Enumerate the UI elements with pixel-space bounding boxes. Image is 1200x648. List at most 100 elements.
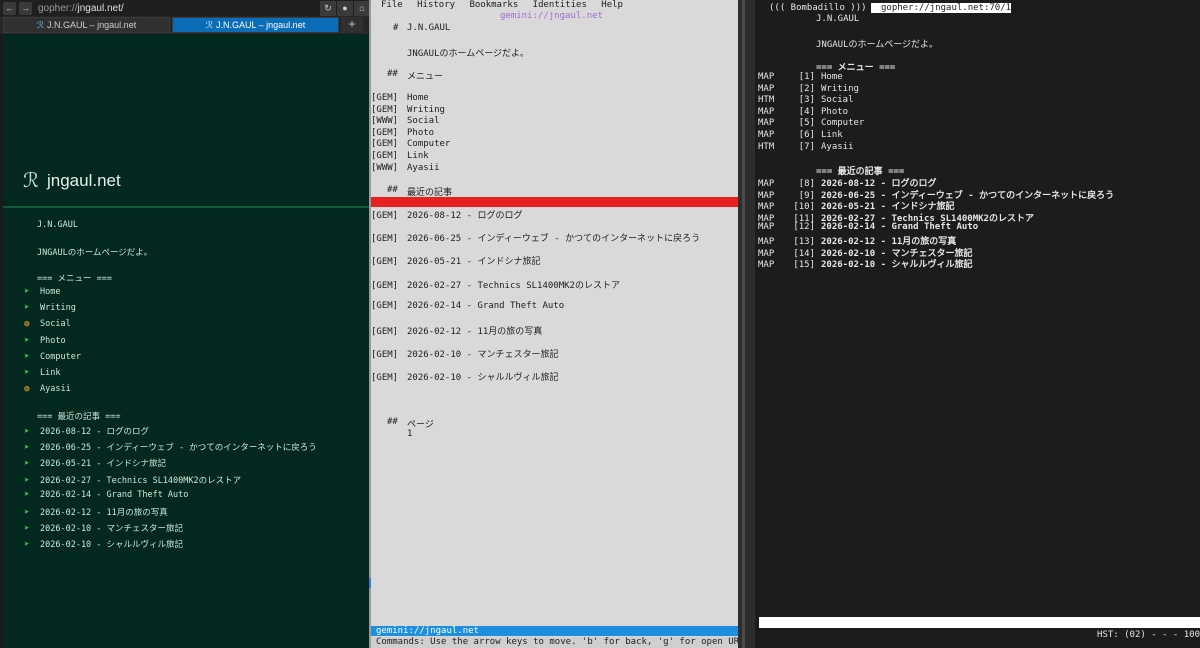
item-index: [4] bbox=[798, 106, 815, 117]
article-link[interactable]: ➤ 2026-05-21 - インドシナ旅記 bbox=[24, 457, 166, 469]
menu-link-link[interactable]: ➤ Link bbox=[24, 368, 60, 378]
menu-file[interactable]: File bbox=[381, 0, 403, 10]
site-icon: ℛ bbox=[205, 19, 213, 30]
reload-icon[interactable]: ↻ bbox=[320, 0, 336, 16]
menu-help[interactable]: Help bbox=[601, 0, 623, 10]
gemini-article-link[interactable]: [GEM] 2026-02-10 - シャルルヴィル旅記 bbox=[371, 370, 558, 383]
status-bar: gemini://jngaul.net bbox=[371, 626, 738, 636]
gopher-link[interactable]: MAP [12] 2026-02-14 - Grand Theft Auto bbox=[758, 222, 978, 232]
home-icon[interactable]: ⌂ bbox=[354, 0, 370, 16]
address-input[interactable]: gopher://jngaul.net:70/1/ bbox=[871, 3, 1016, 13]
menu-link-writing[interactable]: ➤ Writing bbox=[24, 303, 76, 313]
menu-history[interactable]: History bbox=[417, 0, 455, 10]
gemini-link[interactable]: [WWW] Social bbox=[371, 116, 440, 126]
link-label: 2026-02-27 - Technics SL1400MK2のレストア bbox=[407, 280, 620, 291]
menu-link-photo[interactable]: ➤ Photo bbox=[24, 336, 66, 346]
item-label: Social bbox=[821, 95, 854, 106]
article-link[interactable]: ➤ 2026-02-10 - シャルルヴィル旅記 bbox=[24, 538, 183, 550]
gemini-link[interactable]: [GEM] Writing bbox=[371, 105, 445, 115]
menu-link-ayasii[interactable]: ◍ Ayasii bbox=[24, 384, 71, 394]
gemini-article-link[interactable]: [GEM] 2026-02-10 - マンチェスター旅記 bbox=[371, 347, 558, 360]
browser-pane: ← → gopher://jngaul.net/ ↻ ● ⌂ ℛ J.N.GAUL… bbox=[0, 0, 370, 648]
article-link[interactable]: ➤ 2026-02-14 - Grand Theft Auto bbox=[24, 490, 188, 500]
gemini-link[interactable]: [GEM] Computer bbox=[371, 139, 450, 149]
link-label: Ayasii bbox=[407, 162, 440, 173]
article-label: 2026-02-14 - Grand Theft Auto bbox=[40, 489, 189, 500]
menu-bookmarks[interactable]: Bookmarks bbox=[469, 0, 518, 10]
article-link[interactable]: ➤ 2026-02-12 - 11月の旅の写真 bbox=[24, 506, 168, 518]
gopher-link[interactable]: MAP [15] 2026-02-10 - シャルルヴィル旅記 bbox=[758, 257, 972, 270]
article-link[interactable]: ➤ 2026-08-12 - ログのログ bbox=[24, 425, 149, 437]
article-label: 2026-02-10 - マンチェスター旅記 bbox=[40, 524, 184, 535]
gemini-link[interactable]: [GEM] Photo bbox=[371, 128, 434, 138]
h2-marker: ## bbox=[387, 417, 398, 427]
gopher-link[interactable]: MAP [4] Photo bbox=[758, 107, 848, 117]
page-url: gemini://jngaul.net bbox=[500, 11, 603, 21]
status-line: HST: (02) - - - 100 bbox=[1097, 630, 1200, 640]
gemini-article-link[interactable]: [GEM] 2026-02-12 - 11月の旅の写真 bbox=[371, 324, 542, 337]
menu-link-social[interactable]: ◍ Social bbox=[24, 319, 71, 329]
item-index: [15] bbox=[793, 260, 815, 271]
menu-link-home[interactable]: ➤ Home bbox=[24, 287, 60, 297]
gopher-link[interactable]: MAP [1] Home bbox=[758, 72, 843, 82]
gemini-article-link[interactable]: [GEM] 2026-05-21 - インドシナ旅記 bbox=[371, 254, 540, 267]
menu-identities[interactable]: Identities bbox=[533, 0, 587, 10]
command-input[interactable] bbox=[759, 617, 1200, 628]
article-label: 2026-08-12 - ログのログ bbox=[40, 427, 150, 437]
item-index: [5] bbox=[798, 118, 815, 129]
item-index: [2] bbox=[798, 83, 815, 94]
arrow-icon: ➤ bbox=[24, 459, 30, 470]
gemini-article-link[interactable]: [GEM] 2026-06-25 - インディーウェブ - かつてのインターネット… bbox=[371, 231, 700, 244]
tab-1[interactable]: ℛ J.N.GAUL – jngaul.net bbox=[3, 17, 170, 33]
menu-label: Social bbox=[40, 319, 71, 330]
item-type: MAP bbox=[758, 106, 775, 117]
gemini-link[interactable]: [GEM] Link bbox=[371, 151, 429, 161]
item-type: MAP bbox=[758, 260, 775, 271]
gopher-link[interactable]: HTM [7] Ayasii bbox=[758, 142, 854, 152]
arrow-icon: ➤ bbox=[24, 335, 30, 346]
article-label: 2026-02-27 - Technics SL1400MK2のレストア bbox=[40, 475, 242, 486]
gopher-link[interactable]: MAP [5] Computer bbox=[758, 118, 864, 128]
menu-link-computer[interactable]: ➤ Computer bbox=[24, 352, 81, 362]
link-type: [GEM] bbox=[371, 350, 399, 361]
gemini-article-link[interactable]: [GEM] 2026-02-14 - Grand Theft Auto bbox=[371, 301, 564, 311]
article-link[interactable]: ➤ 2026-02-27 - Technics SL1400MK2のレストア bbox=[24, 474, 241, 486]
pane-divider[interactable] bbox=[738, 0, 755, 648]
gopher-link[interactable]: HTM [3] Social bbox=[758, 95, 854, 105]
url-bar: ← → gopher://jngaul.net/ ↻ ● ⌂ bbox=[0, 0, 370, 16]
user-icon[interactable]: ● bbox=[337, 0, 353, 16]
menu-heading: === メニュー === bbox=[37, 274, 112, 284]
item-label: Link bbox=[821, 130, 843, 140]
tab-label: J.N.GAUL – jngaul.net bbox=[46, 20, 137, 30]
link-label: Photo bbox=[407, 127, 435, 138]
gemini-link[interactable]: [WWW] Ayasii bbox=[371, 163, 440, 173]
article-label: 2026-02-12 - 11月の旅の写真 bbox=[40, 508, 168, 518]
gemini-article-link[interactable]: [GEM] 2026-02-27 - Technics SL1400MK2のレスト… bbox=[371, 278, 620, 291]
new-tab-button[interactable]: + bbox=[341, 17, 363, 33]
site-icon: ℛ bbox=[36, 19, 44, 30]
link-label: 2026-08-12 - ログのログ bbox=[407, 211, 523, 221]
url-input[interactable]: gopher://jngaul.net/ bbox=[32, 3, 319, 14]
tab-2[interactable]: ℛ J.N.GAUL – jngaul.net bbox=[172, 17, 339, 33]
page-number-link[interactable]: 1 bbox=[407, 429, 412, 439]
article-link[interactable]: ➤ 2026-06-25 - インディーウェブ - かつてのインターネットに戻ろう bbox=[24, 441, 317, 453]
intro-text: JNGAULのホームページだよ。 bbox=[816, 40, 939, 50]
arrow-icon: ➤ bbox=[24, 427, 30, 437]
gemini-article-link[interactable]: [GEM] 2026-08-12 - ログのログ bbox=[371, 208, 522, 221]
back-arrow-icon[interactable]: ← bbox=[3, 1, 16, 15]
forward-arrow-icon[interactable]: → bbox=[19, 1, 32, 15]
link-label: 2026-02-12 - 11月の旅の写真 bbox=[407, 327, 543, 337]
menu-heading: メニュー bbox=[407, 72, 444, 82]
article-link[interactable]: ➤ 2026-02-10 - マンチェスター旅記 bbox=[24, 522, 183, 534]
item-label: Ayasii bbox=[821, 141, 854, 152]
tab-strip: ℛ J.N.GAUL – jngaul.net ℛ J.N.GAUL – jngau… bbox=[0, 16, 370, 34]
gopher-link[interactable]: MAP [2] Writing bbox=[758, 84, 859, 94]
link-type: [WWW] bbox=[371, 116, 399, 127]
article-label: 2026-06-25 - インディーウェブ - かつてのインターネットに戻ろう bbox=[40, 443, 317, 454]
gemini-link[interactable]: [GEM] Home bbox=[371, 93, 429, 103]
gemini-pane: File History Bookmarks Identities Help g… bbox=[371, 0, 738, 648]
item-type: HTM bbox=[758, 95, 775, 106]
menu-label: Computer bbox=[40, 351, 81, 362]
gopher-link[interactable]: MAP [6] Link bbox=[758, 130, 843, 140]
arrow-icon: ➤ bbox=[24, 524, 30, 535]
